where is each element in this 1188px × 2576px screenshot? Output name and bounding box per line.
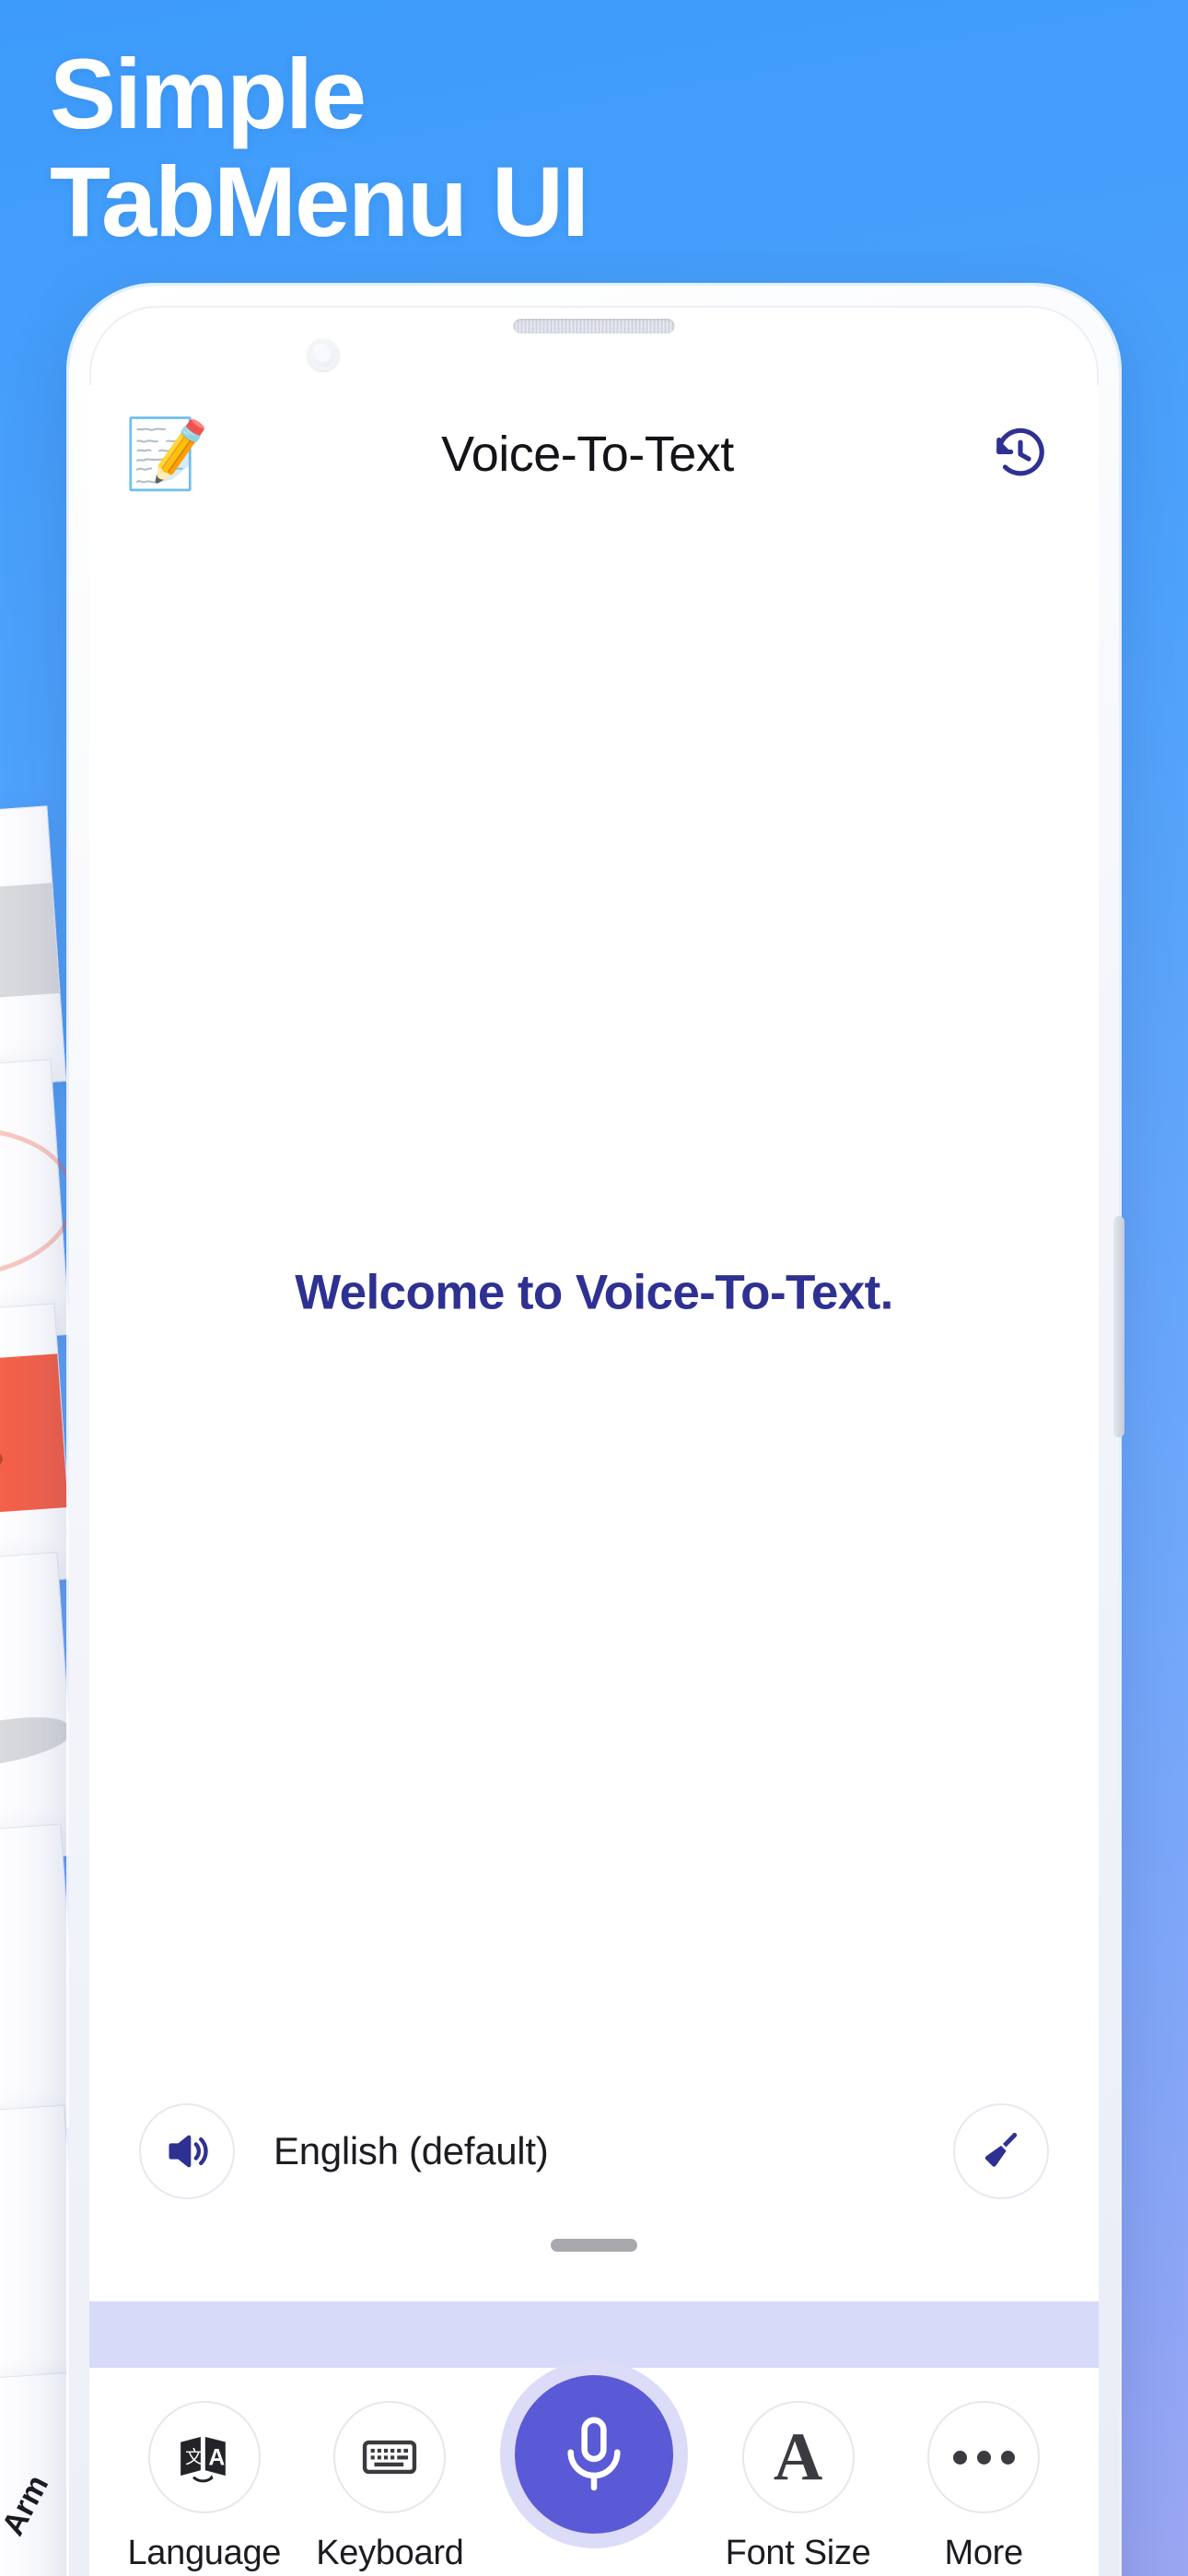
tab-microphone[interactable]	[488, 2375, 700, 2554]
microphone-icon	[514, 2375, 673, 2534]
background-snippet-text: Arm	[0, 2469, 56, 2542]
keyboard-icon	[333, 2401, 447, 2513]
app-screen: 📝 Voice-To-Text Welcome to Voice-To-Text…	[89, 385, 1099, 2576]
background-card	[0, 805, 67, 1093]
background-card-fill	[0, 883, 60, 1004]
headline-line-2: TabMenu UI	[50, 145, 589, 257]
tab-label: Language	[127, 2534, 282, 2572]
app-bar: 📝 Voice-To-Text	[89, 385, 1099, 523]
power-button[interactable]	[1113, 1216, 1124, 1437]
tab-label: More	[944, 2534, 1023, 2572]
earpiece-speaker	[513, 319, 675, 334]
tab-language[interactable]: 文 A Language	[117, 2401, 292, 2573]
background-card-fill	[0, 1352, 68, 1518]
translate-icon: 文 A	[147, 2401, 261, 2513]
poster-headline: Simple TabMenu UI	[50, 38, 1136, 257]
transcript-area: Welcome to Voice-To-Text.	[89, 523, 1099, 2073]
poster-canvas: c Arm Simple TabMenu UI 📝 Voice-To-Text	[0, 0, 1188, 2576]
language-bar: English (default)	[89, 2073, 1099, 2230]
tab-label: Keyboard	[316, 2534, 464, 2572]
serif-a-glyph: A	[773, 2419, 823, 2495]
page-title: Voice-To-Text	[441, 427, 734, 482]
serif-a-icon: A	[741, 2401, 855, 2513]
bottom-tab-bar: 文 A Language Keyboard A Font Size More	[89, 2368, 1099, 2576]
background-card	[0, 1303, 75, 1590]
sheet-gap	[89, 2301, 1099, 2368]
sheet-handle-strip[interactable]	[89, 2230, 1099, 2301]
selected-language-label[interactable]: English (default)	[274, 2129, 953, 2173]
headline-line-1: Simple	[50, 38, 367, 149]
svg-text:A: A	[208, 2445, 225, 2470]
tab-font-size[interactable]: A Font Size	[711, 2401, 886, 2573]
background-card-streak	[0, 1709, 73, 1784]
svg-text:文: 文	[185, 2447, 203, 2468]
background-card	[0, 1551, 79, 1867]
volume-up-icon[interactable]	[139, 2103, 235, 2199]
tab-more[interactable]: More	[896, 2401, 1071, 2573]
ellipsis-dots	[952, 2450, 1015, 2465]
phone-mockup: 📝 Voice-To-Text Welcome to Voice-To-Text…	[69, 286, 1124, 2576]
drag-handle[interactable]	[551, 2239, 637, 2252]
ellipsis-icon	[927, 2401, 1041, 2513]
tab-keyboard[interactable]: Keyboard	[302, 2401, 477, 2573]
tab-label: Font Size	[725, 2534, 871, 2572]
background-card	[0, 1059, 81, 1346]
phone-screen-frame: 📝 Voice-To-Text Welcome to Voice-To-Text…	[89, 306, 1099, 2576]
history-clock-icon[interactable]	[986, 420, 1054, 488]
welcome-message: Welcome to Voice-To-Text.	[295, 1265, 893, 1320]
broom-clear-icon[interactable]	[953, 2103, 1049, 2199]
front-camera	[308, 339, 339, 370]
